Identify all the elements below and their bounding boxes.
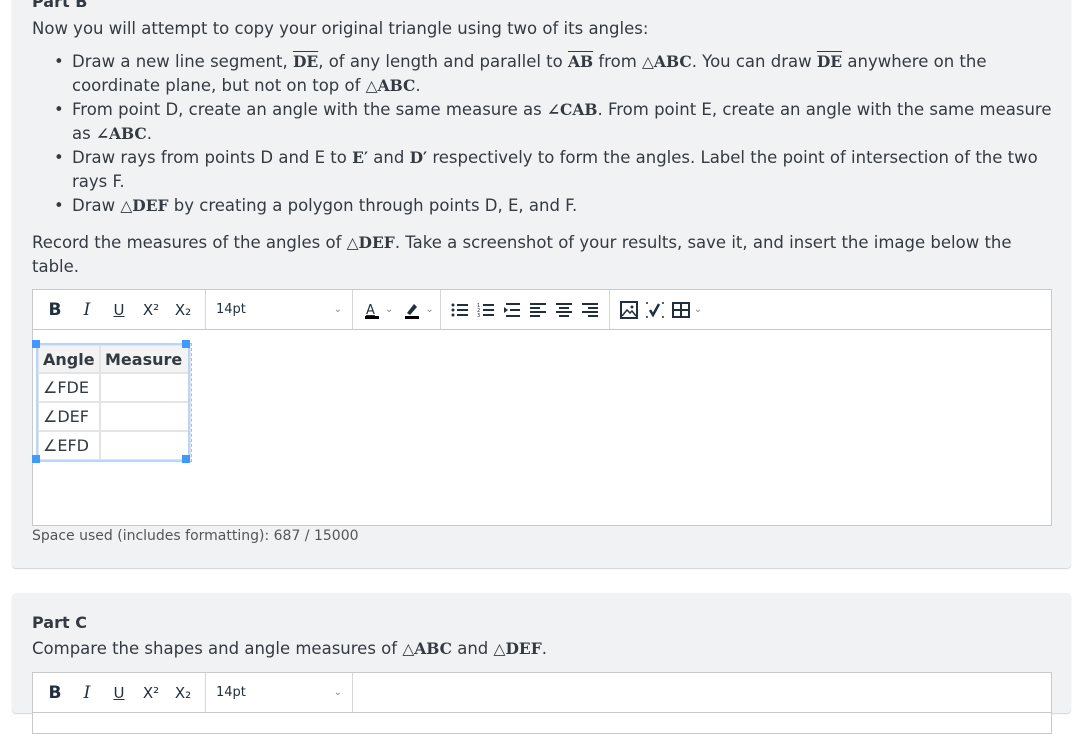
part-c-prompt: Compare the shapes and angle measures of…: [32, 639, 547, 658]
angle-measure-table[interactable]: Angle Measure ∠FDE ∠DEF ∠EFD: [36, 343, 192, 462]
insert-group: ⌄: [610, 290, 708, 329]
space-used-counter: Space used (includes formatting): 687 / …: [32, 528, 359, 544]
part-b-title: Part B: [32, 0, 88, 11]
instruction-item: Draw △DEF by creating a polygon through …: [54, 194, 1062, 218]
format-group: B I U X² X₂: [33, 673, 206, 712]
rich-text-editor: B I U X² X₂ 14pt ⌄ A ⌄ ⌄ 123 ⌄ Angle Mea…: [32, 289, 1052, 526]
chevron-down-icon[interactable]: ⌄: [385, 304, 393, 315]
bullet-list-button[interactable]: [447, 295, 473, 325]
table-cell-angle[interactable]: ∠EFD: [37, 430, 101, 461]
svg-text:3: 3: [477, 313, 480, 318]
chevron-down-icon: ⌄: [333, 687, 342, 698]
indent-button[interactable]: [499, 295, 525, 325]
superscript-button[interactable]: X²: [135, 678, 167, 708]
resize-handle-bottom-left[interactable]: [32, 455, 40, 463]
image-icon: [619, 300, 638, 319]
editor-content[interactable]: Angle Measure ∠FDE ∠DEF ∠EFD: [32, 330, 1051, 525]
font-size-select[interactable]: 14pt ⌄: [212, 685, 346, 700]
align-left-icon: [529, 302, 546, 317]
align-center-button[interactable]: [551, 295, 577, 325]
font-size-select[interactable]: 14pt ⌄: [212, 302, 346, 317]
table-icon: [671, 301, 690, 318]
align-right-button[interactable]: [577, 295, 603, 325]
editor-toolbar: B I U X² X₂ 14pt ⌄: [33, 673, 1051, 713]
numbered-list-icon: 123: [477, 303, 494, 318]
format-group: B I U X² X₂: [33, 290, 206, 329]
italic-button[interactable]: I: [71, 678, 103, 708]
bold-button[interactable]: B: [39, 295, 71, 325]
text-color-button[interactable]: A: [359, 295, 385, 325]
table-header-angle[interactable]: Angle: [37, 344, 101, 374]
instruction-list: Draw a new line segment, DE, of any leng…: [32, 50, 1062, 218]
table-row: ∠DEF: [37, 401, 191, 432]
part-c-card: Part C Compare the shapes and angle meas…: [12, 593, 1071, 734]
highlighter-icon: [405, 303, 420, 319]
table-row: ∠FDE: [37, 372, 191, 403]
indent-icon: [503, 302, 520, 317]
table-cell-angle[interactable]: ∠DEF: [37, 401, 101, 432]
part-b-intro: Now you will attempt to copy your origin…: [32, 19, 649, 38]
part-c-title: Part C: [32, 613, 87, 632]
table-cell-angle[interactable]: ∠FDE: [37, 372, 101, 403]
math-equation-icon: [645, 301, 664, 318]
numbered-list-button[interactable]: 123: [473, 295, 499, 325]
rich-text-editor-part-c: B I U X² X₂ 14pt ⌄: [32, 672, 1052, 734]
bullet-list-icon: [451, 303, 468, 316]
table-row: ∠EFD: [37, 430, 191, 461]
underline-button[interactable]: U: [103, 295, 135, 325]
align-center-icon: [555, 302, 572, 317]
record-instruction: Record the measures of the angles of △DE…: [32, 233, 1012, 276]
font-size-group: 14pt ⌄: [206, 290, 353, 329]
table-header-measure[interactable]: Measure: [99, 344, 191, 374]
align-right-icon: [581, 302, 598, 317]
chevron-down-icon: ⌄: [333, 304, 342, 315]
resize-handle-top-right[interactable]: [182, 340, 190, 348]
underline-button[interactable]: U: [103, 678, 135, 708]
editor-toolbar: B I U X² X₂ 14pt ⌄ A ⌄ ⌄ 123 ⌄: [33, 290, 1051, 330]
color-group: A ⌄ ⌄: [353, 290, 441, 329]
insert-math-button[interactable]: [642, 295, 668, 325]
highlight-color-button[interactable]: [399, 295, 425, 325]
resize-handle-top-left[interactable]: [32, 340, 40, 348]
instruction-item: From point D, create an angle with the s…: [54, 98, 1062, 146]
subscript-button[interactable]: X₂: [167, 678, 199, 708]
part-b-card: Part B Now you will attempt to copy your…: [12, 0, 1071, 568]
chevron-down-icon[interactable]: ⌄: [694, 304, 702, 315]
insert-image-button[interactable]: [616, 295, 642, 325]
italic-button[interactable]: I: [71, 295, 103, 325]
instruction-item: Draw a new line segment, DE, of any leng…: [54, 50, 1062, 98]
table-cell-measure[interactable]: [99, 430, 191, 461]
list-align-group: 123: [441, 290, 610, 329]
table-cell-measure[interactable]: [99, 401, 191, 432]
superscript-button[interactable]: X²: [135, 295, 167, 325]
text-color-icon: A: [365, 303, 379, 319]
table-header-row: Angle Measure: [37, 344, 191, 374]
chevron-down-icon[interactable]: ⌄: [425, 304, 433, 315]
font-size-group: 14pt ⌄: [206, 673, 353, 712]
insert-table-button[interactable]: [668, 295, 694, 325]
table-cell-measure[interactable]: [99, 372, 191, 403]
instruction-item: Draw rays from points D and E to E′ and …: [54, 146, 1062, 194]
resize-handle-bottom-right[interactable]: [182, 455, 190, 463]
subscript-button[interactable]: X₂: [167, 295, 199, 325]
align-left-button[interactable]: [525, 295, 551, 325]
svg-text:A: A: [366, 303, 375, 318]
bold-button[interactable]: B: [39, 678, 71, 708]
